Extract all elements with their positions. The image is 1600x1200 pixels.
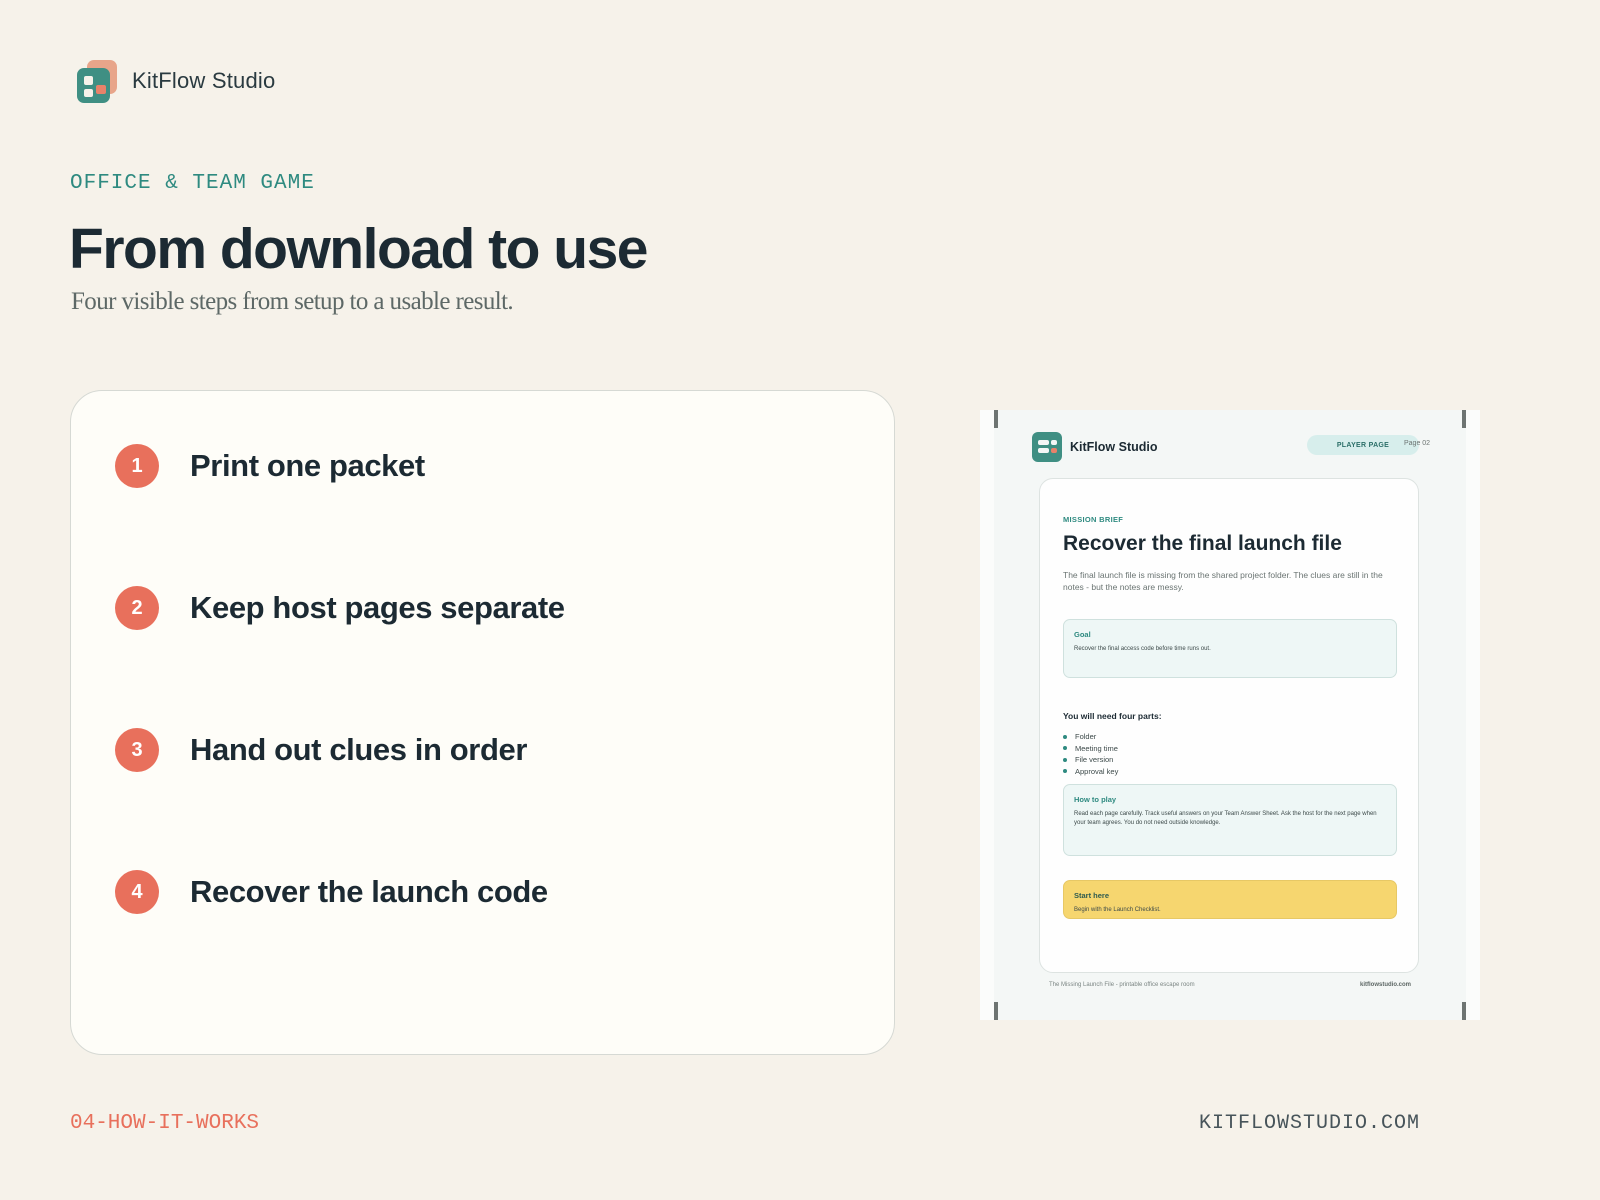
kitflow-logo-icon — [1032, 432, 1062, 462]
preview-footer-url: kitflowstudio.com — [1360, 982, 1411, 988]
mission-intro: The final launch file is missing from th… — [1063, 570, 1383, 592]
list-item: Approval key — [1063, 766, 1118, 778]
slide-id: 04-HOW-IT-WORKS — [70, 1112, 260, 1135]
steps-card: 1 Print one packet 2 Keep host pages sep… — [70, 390, 895, 1055]
goal-box: Goal Recover the final access code befor… — [1063, 619, 1397, 678]
parts-heading: You will need four parts: — [1063, 711, 1162, 721]
list-item: Meeting time — [1063, 743, 1118, 755]
preview-brand-name: KitFlow Studio — [1070, 440, 1158, 454]
step-number-badge: 3 — [115, 728, 159, 772]
how-to-play-text: Read each page carefully. Track useful a… — [1074, 811, 1377, 826]
preview-footer-title: The Missing Launch File - printable offi… — [1049, 982, 1195, 988]
brand-name: KitFlow Studio — [132, 68, 276, 93]
mission-title: Recover the final launch file — [1063, 532, 1342, 555]
step-label: Hand out clues in order — [190, 732, 528, 767]
start-here-box: Start here Begin with the Launch Checkli… — [1063, 880, 1397, 919]
how-to-play-box: How to play Read each page carefully. Tr… — [1063, 784, 1397, 856]
mission-brief-card: MISSION BRIEF Recover the final launch f… — [1039, 478, 1419, 973]
part-label: Meeting time — [1075, 743, 1118, 753]
page-subtitle: Four visible steps from setup to a usabl… — [71, 288, 514, 315]
page-title: From download to use — [69, 217, 649, 281]
player-page-badge: PLAYER PAGE — [1307, 435, 1419, 455]
start-here-title: Start here — [1074, 891, 1110, 900]
parts-list: Folder Meeting time File version Approva… — [1063, 731, 1118, 777]
preview-brand: KitFlow Studio — [1032, 432, 1157, 462]
page-number: Page 02 — [1404, 440, 1431, 447]
part-label: Approval key — [1075, 766, 1119, 776]
bullet-icon — [1063, 757, 1067, 762]
step-item-3: 3 Hand out clues in order — [115, 728, 527, 772]
kitflow-logo-icon — [77, 60, 119, 103]
bullet-icon — [1063, 769, 1067, 774]
step-number-badge: 2 — [115, 586, 159, 630]
brand-header: KitFlow Studio — [77, 60, 276, 103]
step-item-4: 4 Recover the launch code — [115, 870, 548, 914]
start-here-text: Begin with the Launch Checklist. — [1074, 907, 1161, 913]
step-label: Recover the launch code — [190, 874, 548, 909]
player-page-preview: KitFlow Studio PLAYER PAGE Page 02 MISSI… — [980, 410, 1480, 1020]
bullet-icon — [1063, 746, 1067, 751]
part-label: File version — [1075, 755, 1114, 765]
goal-title: Goal — [1074, 630, 1091, 639]
preview-margin — [980, 410, 994, 1020]
step-label: Keep host pages separate — [190, 590, 565, 625]
bullet-icon — [1063, 734, 1067, 739]
step-item-1: 1 Print one packet — [115, 444, 425, 488]
how-to-play-title: How to play — [1074, 795, 1117, 804]
step-label: Print one packet — [190, 448, 425, 483]
mission-brief-eyebrow: MISSION BRIEF — [1063, 515, 1124, 524]
goal-text: Recover the final access code before tim… — [1074, 646, 1211, 652]
list-item: File version — [1063, 754, 1118, 766]
step-item-2: 2 Keep host pages separate — [115, 586, 565, 630]
step-number-badge: 1 — [115, 444, 159, 488]
step-number-badge: 4 — [115, 870, 159, 914]
footer-website: KITFLOWSTUDIO.COM — [1198, 1112, 1420, 1135]
part-label: Folder — [1075, 732, 1097, 742]
preview-margin — [1466, 410, 1480, 1020]
section-eyebrow: OFFICE & TEAM GAME — [70, 172, 315, 195]
list-item: Folder — [1063, 731, 1118, 743]
